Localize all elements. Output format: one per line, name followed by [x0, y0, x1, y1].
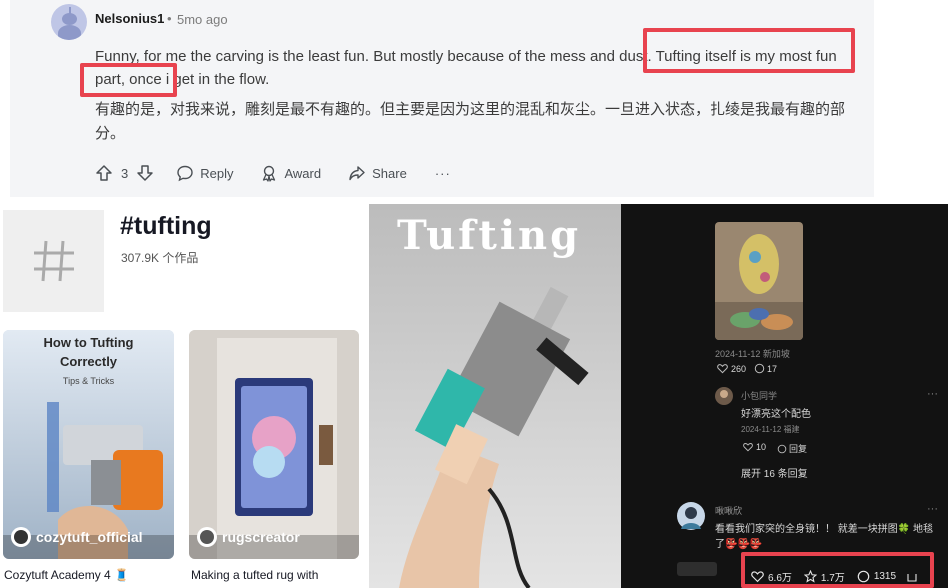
post-like-button[interactable]: 260 [717, 363, 746, 374]
video-card-cozytuft[interactable]: How to Tufting Correctly Tips & Tricks c… [3, 330, 174, 559]
overlay-title-line1: How to Tufting [43, 335, 134, 350]
comment-text-line1: 看看我们家突的全身镜！！ 就差一块拼图🍀 地毯 [715, 524, 934, 535]
downvote-arrow-icon [137, 165, 153, 181]
reply-reply-button[interactable]: 回复 [777, 442, 807, 455]
comment-input-placeholder[interactable] [677, 562, 717, 576]
card-caption[interactable]: Making a tufted rug with [191, 568, 318, 582]
video-card-rugscreator[interactable]: rugscreator [189, 330, 359, 559]
award-button[interactable]: Award [260, 164, 321, 182]
overlay-title-line2: Correctly [59, 354, 118, 369]
highlight-box-fun-part [80, 63, 177, 97]
hashtag-tile [3, 210, 104, 312]
reply-like-button[interactable]: 10 [743, 442, 766, 452]
share-label: Share [372, 165, 407, 181]
hashtag-post-count: 307.9K 个作品 [121, 251, 199, 265]
reply-text: 好漂亮这个配色 [741, 409, 811, 420]
more-options-icon[interactable]: ··· [927, 503, 938, 515]
user-avatar[interactable] [51, 4, 87, 40]
video-title: Tufting [397, 212, 582, 259]
more-options-icon[interactable]: ··· [927, 388, 938, 400]
upvote-arrow-icon [96, 165, 112, 181]
heart-icon [743, 443, 753, 452]
comment-username[interactable]: 啾啾欣 [715, 504, 742, 517]
author-avatar [11, 527, 31, 547]
share-icon [349, 166, 365, 181]
comment-avatar[interactable] [677, 502, 705, 530]
upvote-button[interactable] [95, 164, 113, 182]
comment-icon [777, 444, 787, 453]
reply-like-count: 10 [756, 442, 767, 452]
author-username: cozytuft_official [36, 529, 143, 545]
card-author[interactable]: cozytuft_official [11, 527, 143, 547]
expand-replies-link[interactable]: 展开 16 条回复 [741, 465, 808, 480]
card-caption[interactable]: Cozytuft Academy 4 🧵 [4, 568, 129, 582]
more-options-button[interactable]: ··· [435, 166, 451, 181]
reply-username[interactable]: 小包同学 [741, 389, 777, 402]
post-reply-button[interactable]: 17 [754, 363, 777, 374]
reply-button[interactable]: Reply [176, 164, 233, 182]
author-avatar [197, 527, 217, 547]
comment-timestamp: 5mo ago [177, 12, 228, 27]
video-player[interactable]: Tufting [369, 204, 621, 588]
highlight-box-stats [741, 552, 934, 588]
comment-icon [754, 363, 765, 374]
heart-icon [717, 364, 728, 374]
post-reply-count: 17 [767, 363, 778, 374]
downvote-button[interactable] [136, 164, 154, 182]
vote-count: 3 [121, 165, 129, 181]
hashtag-title: #tufting [120, 212, 212, 240]
post-like-count: 260 [731, 363, 747, 374]
post-image[interactable] [715, 222, 803, 340]
card-thumbnail [189, 330, 359, 559]
hashtag-icon [34, 240, 74, 282]
author-username: rugscreator [222, 529, 300, 545]
separator-dot: • [167, 11, 172, 26]
comment-username[interactable]: Nelsonius1 [95, 11, 164, 26]
comment-translation: 有趣的是，对我来说，雕刻是最不有趣的。但主要是因为这里的混乱和灰尘。一旦进入状态… [95, 101, 846, 142]
more-options-icon: ··· [434, 165, 451, 181]
share-button[interactable]: Share [348, 164, 407, 182]
comment-bubble-icon [177, 165, 193, 182]
reply-reply-label: 回复 [789, 444, 808, 454]
comments-panel: 2024-11-12 新加坡 260 17 小包同学 好漂亮这个配色 2024-… [621, 204, 948, 588]
card-author[interactable]: rugscreator [197, 527, 300, 547]
reply-avatar[interactable] [715, 387, 733, 405]
video-frame [369, 204, 621, 588]
comment-action-bar: 3 Reply Award Share ··· [95, 162, 451, 184]
post-date: 2024-11-12 新加坡 [715, 349, 790, 359]
award-icon [263, 165, 276, 182]
reply-date: 2024-11-12 福建 [741, 425, 800, 434]
comment-text-line2: 了👺👺👺 [715, 539, 763, 550]
award-label: Award [284, 165, 322, 181]
highlight-box-tufting-most [643, 28, 855, 73]
overlay-subtitle: Tips & Tricks [62, 376, 115, 386]
reply-label: Reply [200, 165, 234, 181]
